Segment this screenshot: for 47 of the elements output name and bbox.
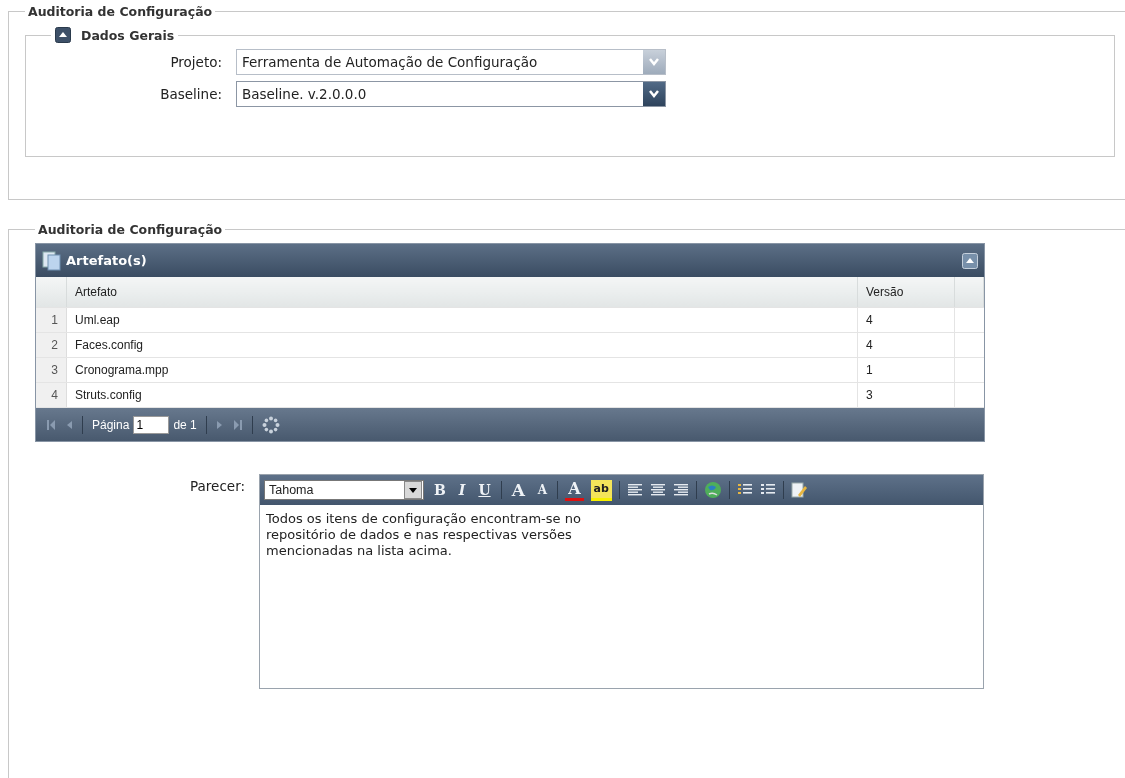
row-number: 4: [36, 382, 67, 408]
table-cell: Uml.eap: [66, 307, 858, 333]
row-number: 2: [36, 332, 67, 358]
table-cell: 3: [857, 382, 955, 408]
editor-text: Todos os itens de configuração encontram-se no repositório de dados e nas respectivas versões mencionadas na lista acima.: [265, 510, 582, 560]
format-button[interactable]: U: [475, 481, 494, 499]
format-button[interactable]: ab: [590, 479, 612, 501]
format-button[interactable]: A: [534, 481, 551, 499]
field-label: Parecer:: [189, 477, 246, 496]
dropdown[interactable]: Baseline. v.2.0.0.0: [236, 81, 666, 107]
column-header[interactable]: Artefato: [66, 277, 858, 308]
format-button[interactable]: A: [565, 479, 584, 501]
chevron-down-icon[interactable]: [649, 90, 659, 98]
edit-source-icon[interactable]: [790, 482, 807, 498]
documents-icon: [42, 250, 62, 271]
format-button[interactable]: A: [508, 481, 528, 499]
caret-down-icon[interactable]: [409, 487, 417, 493]
page-label: Página: [92, 417, 130, 432]
align-center-icon[interactable]: [649, 483, 666, 497]
table-cell: Struts.config: [66, 382, 858, 408]
field-label: Projeto:: [169, 54, 223, 70]
panel-title: Artefato(s): [66, 253, 148, 268]
row-number: 3: [36, 357, 67, 383]
section-title: Auditoria de Configuração: [28, 4, 213, 19]
table-cell: 4: [857, 307, 955, 333]
format-button[interactable]: I: [455, 481, 469, 499]
group-title: Dados Gerais: [81, 27, 175, 43]
table-cell: 1: [857, 357, 955, 383]
collapse-icon[interactable]: [55, 27, 71, 43]
numbered-list-icon[interactable]: [736, 483, 753, 497]
section-title: Auditoria de Configuração: [38, 222, 223, 237]
align-left-icon[interactable]: [626, 483, 643, 497]
page-count: de 1: [173, 417, 197, 432]
font-dropdown[interactable]: Tahoma: [264, 480, 424, 500]
table-cell: 4: [857, 332, 955, 358]
table-cell: Cronograma.mpp: [66, 357, 858, 383]
format-button[interactable]: B: [431, 481, 449, 499]
globe-icon[interactable]: [703, 481, 722, 499]
column-header[interactable]: Versão: [857, 277, 955, 308]
refresh-icon[interactable]: [261, 415, 280, 434]
page-input[interactable]: 1: [133, 415, 170, 434]
rich-text-editor[interactable]: Tahoma B I U A A A ab Todos os itens de configuração encontram-se no repositório de dados e nas respectivas versões mencionadas na lista acima.: [259, 474, 984, 689]
align-right-icon[interactable]: [672, 483, 689, 497]
row-number: 1: [36, 307, 67, 333]
table-cell: Faces.config: [66, 332, 858, 358]
field-label: Baseline:: [159, 86, 223, 102]
bulleted-list-icon[interactable]: [759, 483, 776, 497]
